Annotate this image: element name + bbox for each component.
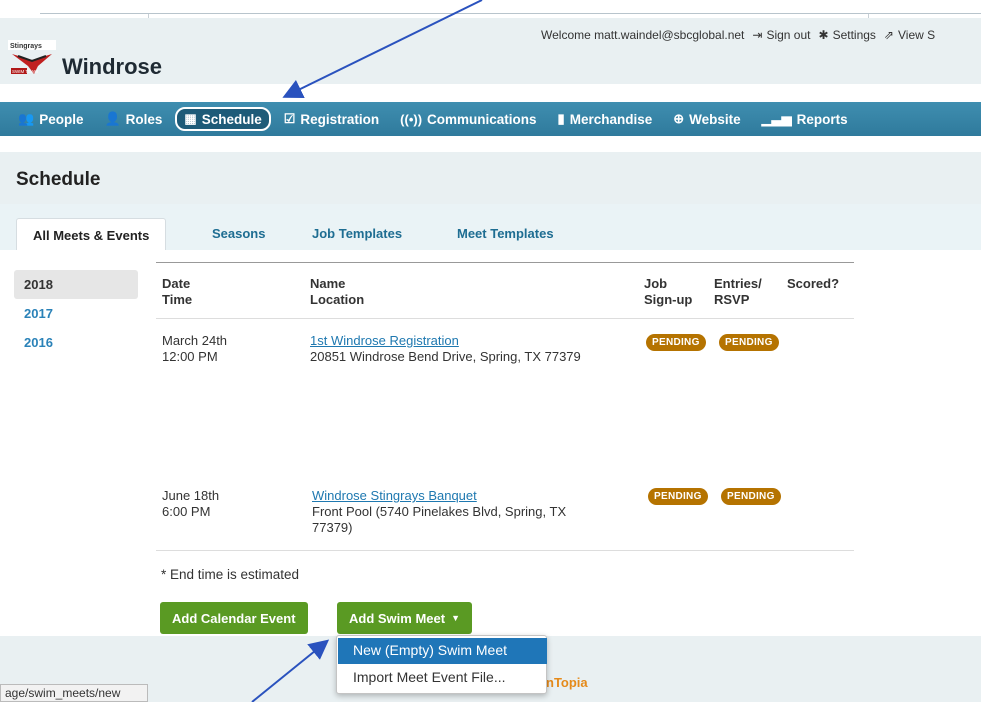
swim-meet-dropdown: New (Empty) Swim Meet Import Meet Event …	[336, 635, 547, 694]
calendar-icon: ▦	[184, 111, 197, 126]
header-signup: Sign-up	[644, 292, 693, 307]
col-job-signup: Job Sign-up	[644, 276, 692, 308]
col-scored: Scored?	[787, 276, 839, 292]
tab-bar: All Meets & Events Seasons Job Templates…	[0, 204, 981, 255]
event-name-link[interactable]: 1st Windrose Registration	[310, 333, 581, 349]
user-bar: Welcome matt.waindel@sbcglobal.net ⇥ Sig…	[541, 28, 935, 42]
table-row-2-name: Windrose Stingrays Banquet Front Pool (5…	[312, 488, 566, 536]
header-date: Date	[162, 276, 191, 291]
table-row-1-date: March 24th 12:00 PM	[162, 333, 227, 365]
stingrays-logo-icon[interactable]: Stingrays SWIM TEAM	[8, 40, 56, 76]
add-calendar-event-button[interactable]: Add Calendar Event	[160, 602, 308, 634]
nav-label: Reports	[796, 111, 848, 127]
people-icon: 👥	[18, 111, 35, 126]
nav-registration[interactable]: ☑ Registration	[276, 107, 387, 131]
bar-chart-icon: ▁▃▅	[761, 111, 792, 126]
year-2016[interactable]: 2016	[14, 328, 138, 357]
header-rsvp: RSVP	[714, 292, 750, 307]
nav-schedule[interactable]: ▦ Schedule	[175, 107, 271, 131]
header-time: Time	[162, 292, 193, 307]
top-strip	[0, 0, 981, 18]
nav-label: Roles	[125, 111, 163, 127]
event-location: 20851 Windrose Bend Drive, Spring, TX 77…	[310, 349, 581, 364]
year-2017[interactable]: 2017	[14, 299, 138, 328]
page-header: Schedule	[0, 152, 981, 204]
app-header: Stingrays SWIM TEAM Windrose Welcome mat…	[0, 18, 981, 84]
event-time: 6:00 PM	[162, 504, 211, 519]
nav-people[interactable]: 👥 People	[10, 107, 91, 131]
event-date: June 18th	[162, 488, 220, 503]
event-location-cont: 77379)	[312, 520, 353, 535]
header-entries: Entries/	[714, 276, 762, 291]
nav-roles[interactable]: 👤 Roles	[96, 107, 170, 131]
gear-icon[interactable]: ✱	[819, 28, 829, 42]
entries-status-badge: PENDING	[721, 488, 781, 505]
caret-down-icon: ▼	[451, 613, 460, 623]
col-date-time: Date Time	[162, 276, 192, 308]
external-link-icon[interactable]: ⇗	[884, 28, 894, 42]
view-site-link[interactable]: View S	[898, 28, 935, 42]
header-location: Location	[310, 292, 365, 307]
add-swim-meet-button[interactable]: Add Swim Meet ▼	[337, 602, 472, 634]
main-content	[0, 250, 981, 636]
page-title: Schedule	[16, 169, 101, 190]
nav-label: Registration	[300, 111, 380, 127]
nav-label: Schedule	[201, 111, 262, 127]
header-name: Name	[310, 276, 346, 291]
svg-text:SWIM TEAM: SWIM TEAM	[12, 69, 38, 74]
end-time-note: * End time is estimated	[161, 567, 300, 582]
row-divider	[156, 318, 854, 319]
header-job: Job	[644, 276, 668, 291]
roles-icon: 👤	[104, 111, 121, 126]
job-status-badge: PENDING	[648, 488, 708, 505]
year-2018[interactable]: 2018	[14, 270, 138, 299]
event-time: 12:00 PM	[162, 349, 218, 364]
table-top-border	[156, 262, 854, 263]
row-divider	[156, 550, 854, 551]
year-list: 2018 2017 2016	[14, 270, 138, 357]
nav-label: Merchandise	[569, 111, 653, 127]
nav-label: Communications	[427, 111, 537, 127]
col-name-location: Name Location	[310, 276, 364, 308]
top-divider	[40, 13, 981, 14]
settings-link[interactable]: Settings	[833, 28, 876, 42]
sign-out-link[interactable]: Sign out	[766, 28, 810, 42]
nav-merchandise[interactable]: ▮ Merchandise	[550, 107, 661, 131]
main-nav: 👥 People 👤 Roles ▦ Schedule ☑ Registrati…	[0, 102, 981, 136]
table-row-1-name: 1st Windrose Registration 20851 Windrose…	[310, 333, 581, 365]
new-empty-swim-meet-option[interactable]: New (Empty) Swim Meet	[338, 638, 547, 664]
nav-label: Website	[689, 111, 741, 127]
sign-out-icon[interactable]: ⇥	[752, 28, 762, 42]
tab-job-templates[interactable]: Job Templates	[312, 226, 402, 241]
globe-icon: ⊕	[673, 111, 685, 126]
header-scored: Scored?	[787, 276, 840, 291]
table-row-2-date: June 18th 6:00 PM	[162, 488, 219, 520]
job-status-badge: PENDING	[646, 334, 706, 351]
import-meet-event-file-option[interactable]: Import Meet Event File...	[338, 665, 547, 691]
tab-meet-templates[interactable]: Meet Templates	[457, 226, 554, 241]
nav-label: People	[39, 111, 84, 127]
nav-website[interactable]: ⊕ Website	[665, 107, 748, 131]
event-location: Front Pool (5740 Pinelakes Blvd, Spring,…	[312, 504, 567, 519]
team-name: Windrose	[62, 54, 163, 79]
footer-brand[interactable]: nTopia	[546, 675, 588, 690]
event-name-link[interactable]: Windrose Stingrays Banquet	[312, 488, 566, 504]
button-label: Add Swim Meet	[349, 610, 446, 626]
browser-status-bar: age/swim_meets/new	[0, 684, 148, 702]
clipboard-icon: ☑	[283, 111, 296, 126]
broadcast-icon: ((•))	[400, 111, 423, 127]
svg-text:Stingrays: Stingrays	[10, 43, 42, 50]
entries-status-badge: PENDING	[719, 334, 779, 351]
bag-icon: ▮	[557, 111, 565, 126]
col-entries-rsvp: Entries/ RSVP	[714, 276, 762, 308]
button-label: Add Calendar Event	[172, 610, 296, 626]
event-date: March 24th	[162, 333, 228, 348]
nav-reports[interactable]: ▁▃▅ Reports	[754, 107, 856, 131]
nav-communications[interactable]: ((•)) Communications	[392, 108, 544, 131]
welcome-text: Welcome matt.waindel@sbcglobal.net	[541, 28, 745, 42]
tab-seasons[interactable]: Seasons	[212, 226, 265, 241]
